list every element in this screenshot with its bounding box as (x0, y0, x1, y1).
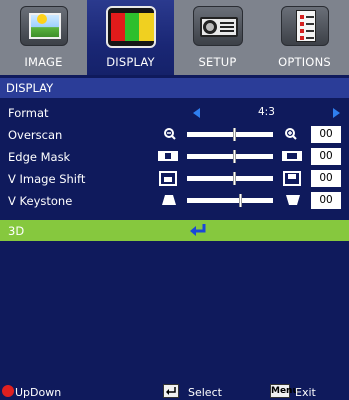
image-shift-up-icon (283, 171, 301, 186)
3d-label: 3D (8, 224, 25, 238)
v-keystone-value: 00 (311, 192, 341, 209)
section-header: DISPLAY (0, 78, 349, 98)
tab-setup-label: SETUP (198, 55, 237, 69)
v-image-shift-label: V Image Shift (8, 172, 86, 186)
tab-options[interactable]: OPTIONS (261, 0, 348, 75)
tab-display-label: DISPLAY (106, 55, 155, 69)
v-keystone-slider[interactable] (187, 194, 273, 207)
slider-knob[interactable] (233, 128, 236, 141)
edge-mask-value: 00 (311, 148, 341, 165)
overscan-slider[interactable] (187, 128, 273, 141)
checklist-icon (280, 6, 329, 46)
edge-mask-large-icon (282, 151, 302, 161)
updown-label: UpDown (15, 386, 62, 399)
keystone-narrow-top-icon (162, 195, 176, 205)
tab-options-label: OPTIONS (278, 55, 331, 69)
section-title: DISPLAY (6, 81, 54, 95)
keystone-narrow-bottom-icon (286, 195, 300, 205)
format-label: Format (8, 106, 49, 120)
slider-knob[interactable] (233, 150, 236, 163)
zoom-out-icon (164, 128, 176, 140)
enter-icon[interactable] (189, 223, 207, 237)
format-value: 4:3 (258, 106, 275, 118)
zoom-in-icon (285, 128, 297, 140)
overscan-label: Overscan (8, 128, 63, 142)
menu-row-3d[interactable]: 3D (0, 220, 349, 241)
edge-mask-slider[interactable] (187, 150, 273, 163)
menu-row-v-keystone[interactable]: V Keystone 00 (0, 190, 349, 212)
menu-row-edge-mask[interactable]: Edge Mask 00 (0, 146, 349, 168)
image-shift-down-icon (159, 171, 177, 186)
projector-icon (192, 6, 243, 46)
slider-knob[interactable] (239, 194, 242, 207)
arrow-right-icon[interactable] (333, 108, 340, 118)
tab-setup[interactable]: SETUP (174, 0, 261, 75)
display-icon (105, 6, 156, 48)
image-icon (19, 6, 68, 46)
tab-image-label: IMAGE (24, 55, 63, 69)
edge-mask-label: Edge Mask (8, 150, 71, 164)
menu-key-icon: Menu (270, 384, 299, 398)
tab-image[interactable]: IMAGE (0, 0, 87, 75)
v-image-shift-slider[interactable] (187, 172, 273, 185)
enter-key-icon (163, 384, 179, 398)
slider-knob[interactable] (233, 172, 236, 185)
v-keystone-label: V Keystone (8, 194, 73, 208)
arrow-left-icon[interactable] (193, 108, 200, 118)
select-label: Select (188, 386, 222, 399)
v-image-shift-value: 00 (311, 170, 341, 187)
menu-row-v-image-shift[interactable]: V Image Shift 00 (0, 168, 349, 190)
edge-mask-small-icon (158, 151, 178, 161)
overscan-value: 00 (311, 126, 341, 143)
exit-label: Exit (295, 386, 316, 399)
menu-tab-bar: IMAGE DISPLAY SETUP OPTIONS (0, 0, 349, 75)
footer-hints: UpDown Select Menu Exit (0, 383, 349, 400)
updown-icon (2, 385, 14, 397)
menu-row-overscan[interactable]: Overscan 00 (0, 124, 349, 146)
tab-display[interactable]: DISPLAY (87, 0, 174, 75)
menu-row-format[interactable]: Format 4:3 (0, 102, 349, 124)
